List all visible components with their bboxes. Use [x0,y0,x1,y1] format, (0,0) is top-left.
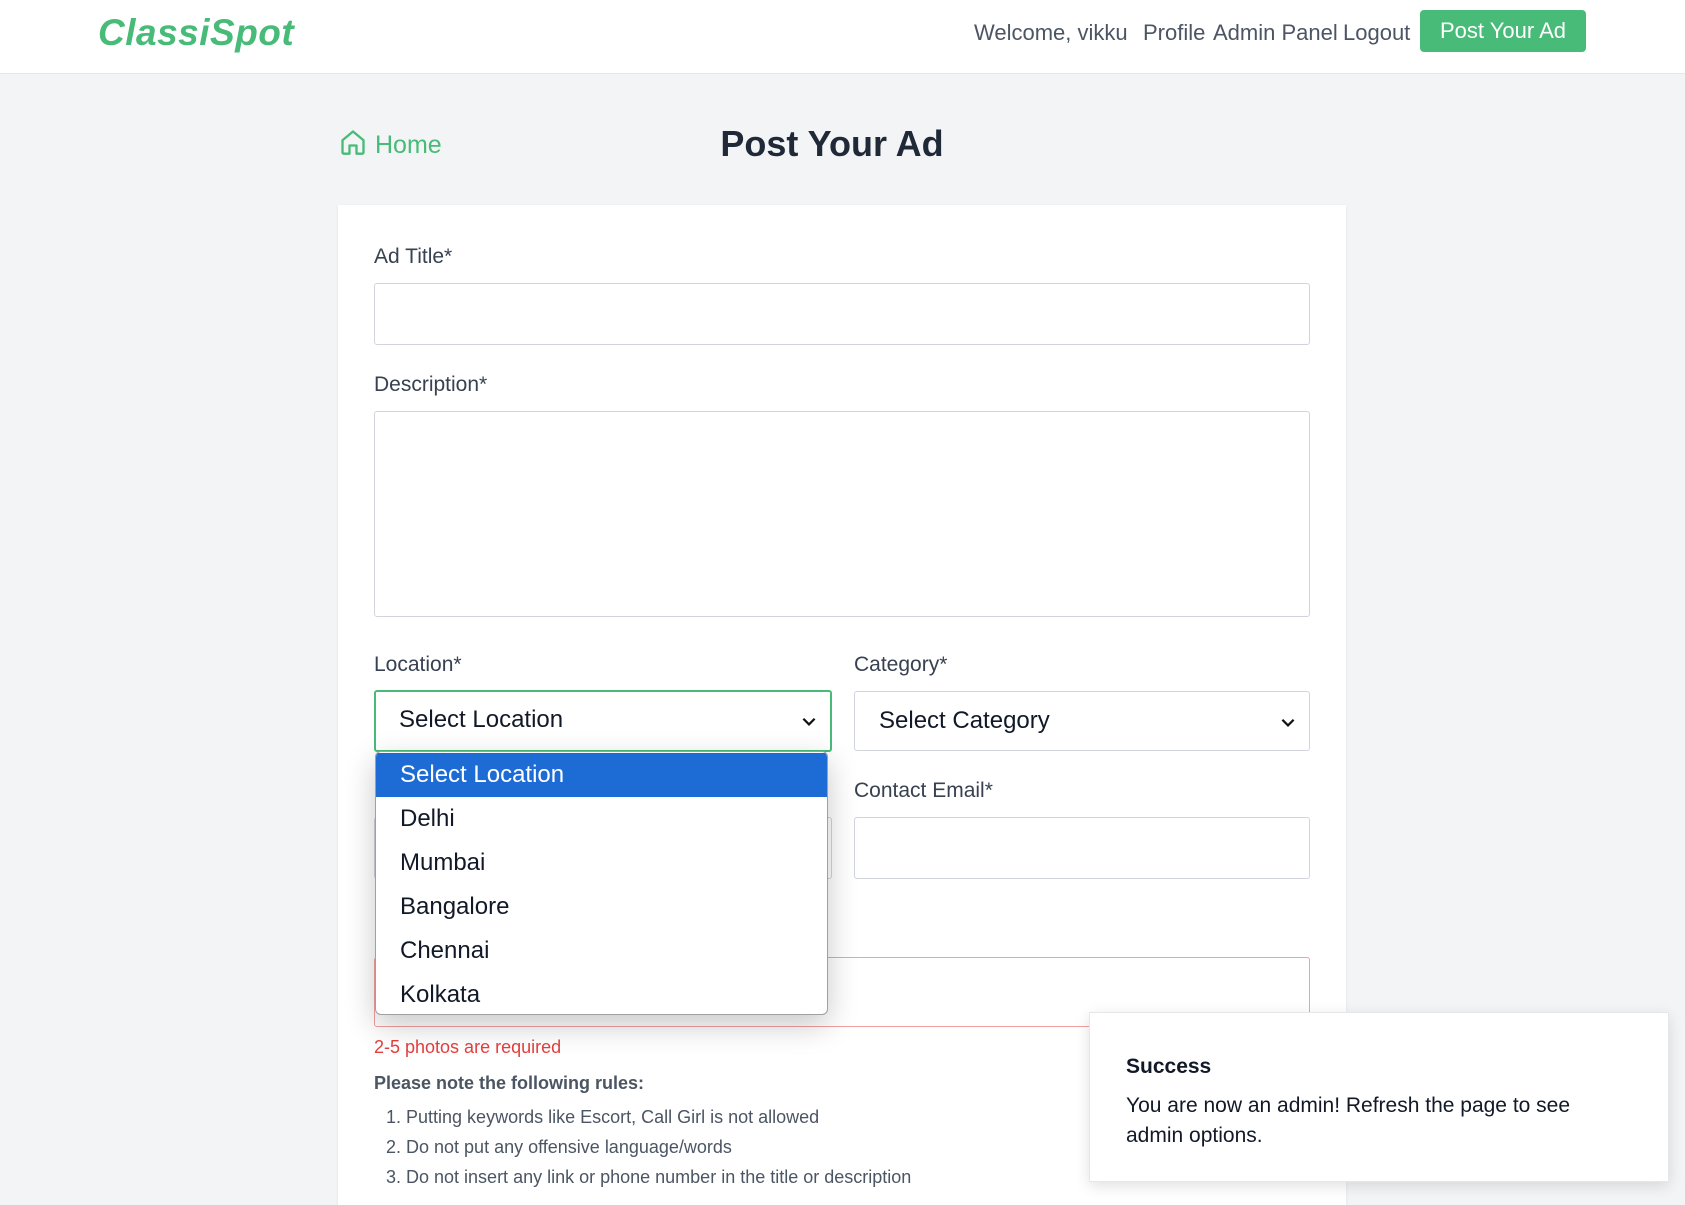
location-option-chennai[interactable]: Chennai [376,929,827,973]
location-select[interactable]: Select Location [374,690,832,752]
location-option-kolkata[interactable]: Kolkata [376,973,827,1014]
description-textarea[interactable] [374,411,1310,617]
location-dropdown-list: Select Location Delhi Mumbai Bangalore C… [375,751,828,1015]
ad-title-label: Ad Title* [374,245,453,268]
chevron-down-icon [800,692,818,748]
home-breadcrumb-link[interactable]: Home [339,128,442,163]
welcome-text: Welcome, vikku [974,20,1128,45]
category-select[interactable]: Select Category [854,691,1310,751]
description-label: Description* [374,373,488,396]
brand-logo[interactable]: ClassiSpot [98,12,294,54]
profile-link[interactable]: Profile [1143,20,1205,46]
post-ad-button[interactable]: Post Your Ad [1420,10,1586,52]
success-toast[interactable]: Success You are now an admin! Refresh th… [1089,1012,1669,1182]
location-select-value: Select Location [399,706,564,733]
contact-email-input[interactable] [854,817,1310,879]
toast-title: Success [1126,1055,1212,1078]
admin-panel-link[interactable]: Admin Panel [1213,20,1338,46]
category-select-value: Select Category [879,707,1050,734]
category-label: Category* [854,653,948,676]
chevron-down-icon [1279,692,1297,750]
ad-title-input[interactable] [374,283,1310,345]
top-navbar: ClassiSpot Welcome, vikku Profile Admin … [0,0,1685,74]
contact-email-label: Contact Email* [854,779,993,802]
rule-item: 2. Do not put any offensive language/wor… [386,1137,732,1157]
location-option-mumbai[interactable]: Mumbai [376,841,827,885]
logout-link[interactable]: Logout [1343,20,1410,46]
home-icon [339,128,367,163]
home-link-label: Home [375,131,442,159]
location-option-select-location[interactable]: Select Location [376,753,827,797]
location-option-delhi[interactable]: Delhi [376,797,827,841]
page-title: Post Your Ad [720,123,944,164]
rules-heading: Please note the following rules: [374,1073,645,1093]
location-option-bangalore[interactable]: Bangalore [376,885,827,929]
rule-item: 3. Do not insert any link or phone numbe… [386,1167,912,1187]
rule-item: 1. Putting keywords like Escort, Call Gi… [386,1107,820,1127]
location-label: Location* [374,653,462,676]
photos-error-message: 2-5 photos are required [374,1037,562,1057]
toast-message: You are now an admin! Refresh the page t… [1126,1094,1571,1147]
rules-list: 1. Putting keywords like Escort, Call Gi… [386,1102,911,1192]
